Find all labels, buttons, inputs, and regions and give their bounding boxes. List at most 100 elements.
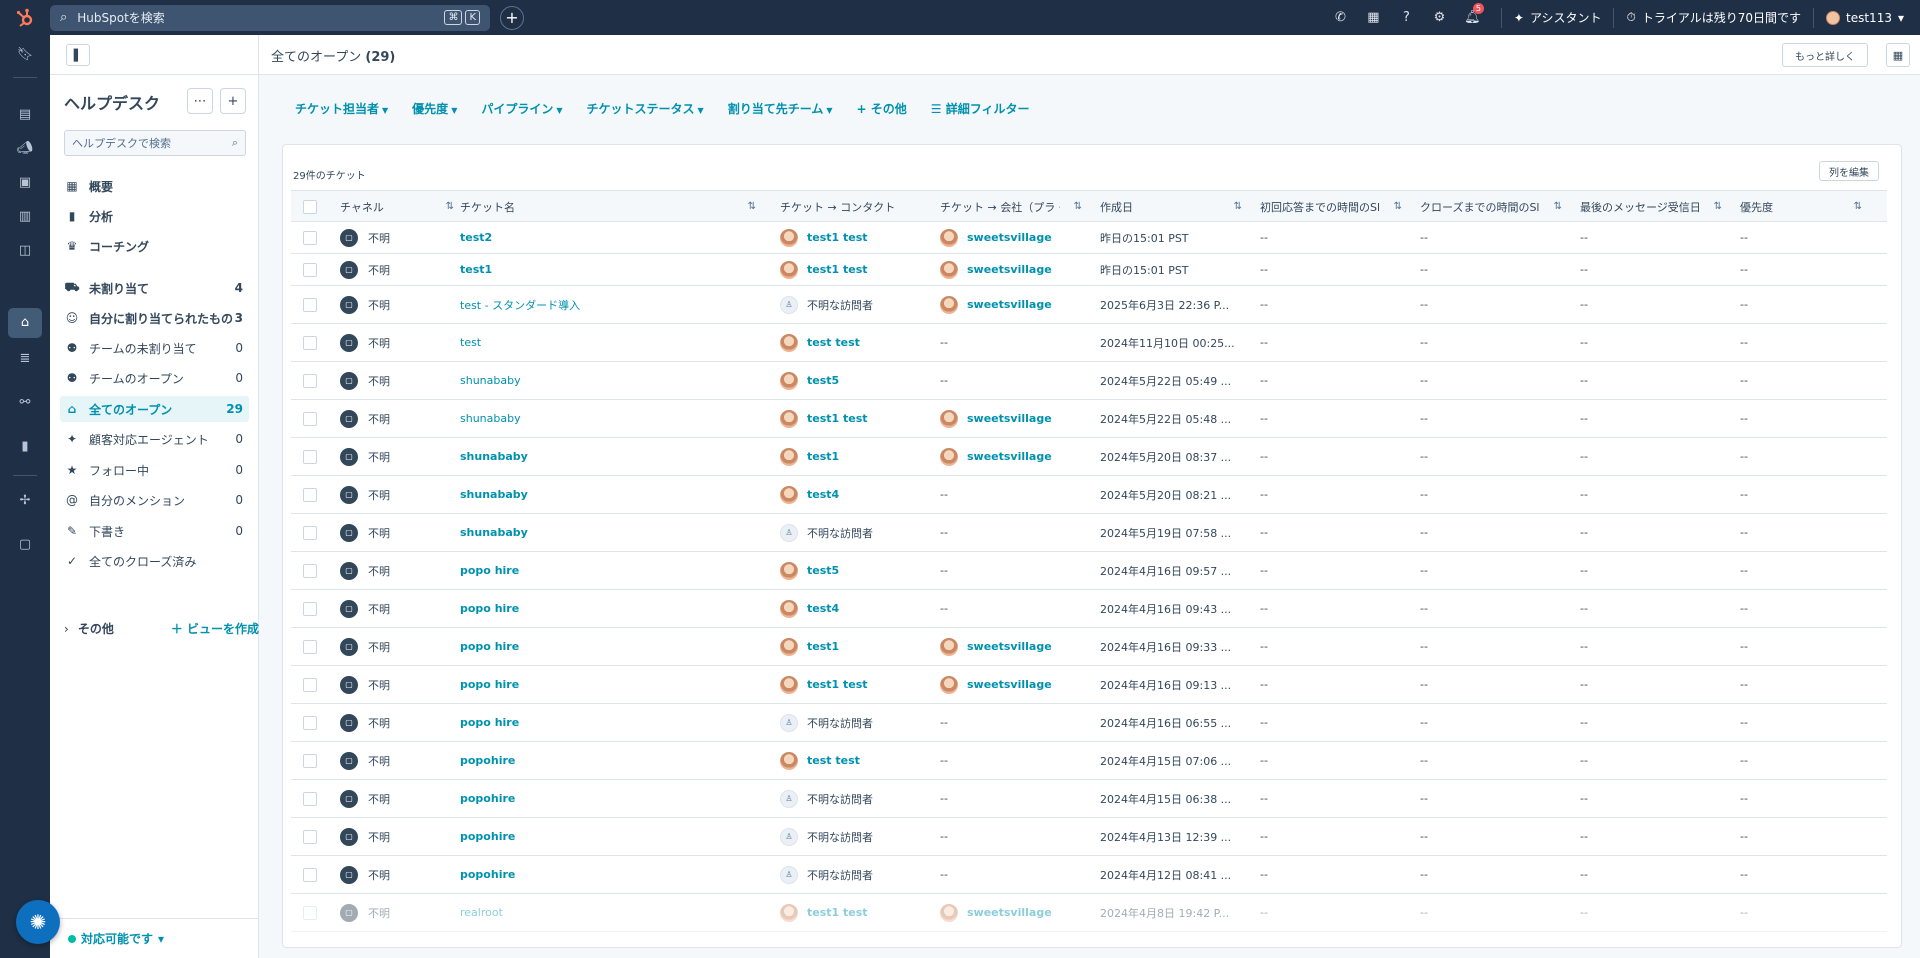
contact-link[interactable]: test1 test xyxy=(807,231,868,244)
row-checkbox[interactable] xyxy=(303,525,317,540)
ticket-name-link[interactable]: realroot xyxy=(460,906,503,919)
contact-link[interactable]: test5 xyxy=(807,374,839,387)
sort-icon[interactable]: ⇅ xyxy=(1074,201,1082,212)
company-link[interactable]: sweetsvillage xyxy=(967,231,1052,244)
database-icon[interactable]: ≣ xyxy=(0,351,50,366)
company-link[interactable]: sweetsvillage xyxy=(967,263,1052,276)
sidebar-item-following[interactable]: ★ フォロー中 0 xyxy=(60,457,249,483)
developer-icon[interactable]: ▢ xyxy=(0,537,50,552)
contacts-book-icon[interactable]: ▤ xyxy=(0,107,50,122)
row-checkbox[interactable] xyxy=(303,829,317,844)
settings-gear-icon[interactable]: ⚙ xyxy=(1423,10,1456,25)
row-checkbox[interactable] xyxy=(303,449,317,464)
contact-link[interactable]: test1 test xyxy=(807,906,868,919)
row-checkbox[interactable] xyxy=(303,677,317,692)
ticket-name-link[interactable]: shunababy xyxy=(460,374,521,387)
filter-other[interactable]: + その他 xyxy=(857,100,907,117)
apps-grid-icon[interactable]: ▦ xyxy=(1886,43,1910,67)
company-link[interactable]: sweetsvillage xyxy=(967,450,1052,463)
table-row[interactable]: ▢ 不明 test1 test1 test sweetsvillage 昨日の15:01 … xyxy=(291,254,1887,286)
ticket-name-link[interactable]: popohire xyxy=(460,830,515,843)
ticket-name-link[interactable]: popo hire xyxy=(460,716,519,729)
contact-link[interactable]: test5 xyxy=(807,564,839,577)
table-row[interactable]: ▢ 不明 popohire ♙ 不明な訪問者 -- 2024年4月12日 08:41 ...… xyxy=(291,856,1887,894)
more-views-toggle[interactable]: その他 xyxy=(78,620,114,637)
chevron-right-icon[interactable]: › xyxy=(64,622,69,636)
account-menu[interactable]: test113 ▾ xyxy=(1826,10,1904,25)
automation-icon[interactable]: ⚯ xyxy=(0,395,50,410)
table-row[interactable]: ▢ 不明 shunababy test4 -- 2024年5月20日 08:21 ... -… xyxy=(291,476,1887,514)
table-row[interactable]: ▢ 不明 shunababy test5 -- 2024年5月22日 05:49 ... -… xyxy=(291,362,1887,400)
marketplace-icon[interactable]: ▦ xyxy=(1357,10,1390,25)
megaphone-icon[interactable]: 📣︎ xyxy=(0,141,50,156)
contact-link[interactable]: test4 xyxy=(807,488,839,501)
table-row[interactable]: ▢ 不明 popo hire test4 -- 2024年4月16日 09:43 ... -… xyxy=(291,590,1887,628)
ticket-name-link[interactable]: shunababy xyxy=(460,450,528,463)
availability-status-toggle[interactable]: 対応可能です ▾ xyxy=(68,930,164,947)
sort-icon[interactable]: ⇅ xyxy=(1394,201,1402,212)
ticket-name-link[interactable]: popohire xyxy=(460,754,515,767)
sidebar-item-customer-agent[interactable]: ✦ 顧客対応エージェント 0 xyxy=(60,426,249,452)
add-view-button[interactable]: + xyxy=(220,88,246,114)
contact-link[interactable]: test1 test xyxy=(807,678,868,691)
select-all-checkbox[interactable] xyxy=(303,199,317,214)
row-checkbox[interactable] xyxy=(303,563,317,578)
table-row[interactable]: ▢ 不明 popo hire test1 sweetsvillage 2024年4月16日… xyxy=(291,628,1887,666)
ticket-name-link[interactable]: shunababy xyxy=(460,526,528,539)
column-header-contact[interactable]: チケット → コンタクト xyxy=(780,191,930,222)
sidebar-item-coaching[interactable]: ♛ コーチング xyxy=(60,233,249,259)
sidebar-item-my-mentions[interactable]: @ 自分のメンション 0 xyxy=(60,487,249,513)
contact-link[interactable]: test1 test xyxy=(807,412,868,425)
company-link[interactable]: sweetsvillage xyxy=(967,640,1052,653)
sidebar-item-assigned-to-me[interactable]: ☺ 自分に割り当てられたもの 3 xyxy=(60,305,249,331)
row-checkbox[interactable] xyxy=(303,262,317,277)
row-checkbox[interactable] xyxy=(303,373,317,388)
table-row[interactable]: ▢ 不明 shunababy test1 sweetsvillage 2024年5月20日… xyxy=(291,438,1887,476)
help-chat-launcher-icon[interactable]: ✺ xyxy=(16,900,60,944)
ticket-name-link[interactable]: popo hire xyxy=(460,678,519,691)
column-header-close-sla[interactable]: クローズまでの時間のSl ⇅ xyxy=(1420,191,1570,222)
reports-icon[interactable]: ▮ xyxy=(0,439,50,454)
filter-ticket-owner[interactable]: チケット担当者 ▼ xyxy=(295,100,388,117)
table-row[interactable]: ▢ 不明 shunababy ♙ 不明な訪問者 -- 2024年5月19日 07:58 ..… xyxy=(291,514,1887,552)
breeze-ai-icon[interactable]: ✢ xyxy=(0,493,50,508)
help-icon[interactable]: ? xyxy=(1390,10,1423,25)
table-row[interactable]: ▢ 不明 popo hire test1 test sweetsvillage 2024年… xyxy=(291,666,1887,704)
contact-link[interactable]: test test xyxy=(807,754,860,767)
service-helpdesk-icon[interactable]: ⌂ xyxy=(8,308,42,338)
contact-link[interactable]: test1 test xyxy=(807,263,868,276)
filter-priority[interactable]: 優先度 ▼ xyxy=(412,100,457,117)
column-header-company[interactable]: チケット → 会社（プラ・ ⇅ xyxy=(940,191,1090,222)
contact-link[interactable]: test1 xyxy=(807,450,839,463)
column-header-last-message[interactable]: 最後のメッセージ受信日 ⇅ xyxy=(1580,191,1730,222)
sales-icon[interactable]: ◫ xyxy=(0,243,50,258)
sort-icon[interactable]: ⇅ xyxy=(1234,201,1242,212)
sidebar-item-team-open[interactable]: ⚉ チームのオープン 0 xyxy=(60,365,249,391)
column-header-priority[interactable]: 優先度 ⇅ xyxy=(1740,191,1870,222)
commerce-icon[interactable]: ▥ xyxy=(0,209,50,224)
sidebar-item-unassigned[interactable]: ⛟ 未割り当て 4 xyxy=(60,275,249,301)
sidebar-item-overview[interactable]: ▦ 概要 xyxy=(60,173,249,199)
row-checkbox[interactable] xyxy=(303,867,317,882)
trial-status-button[interactable]: ⏱ トライアルは残り70日間です xyxy=(1626,9,1801,26)
table-row[interactable]: ▢ 不明 test2 test1 test sweetsvillage 昨日の15:01 … xyxy=(291,222,1887,254)
sidebar-item-team-unassigned[interactable]: ⚉ チームの未割り当て 0 xyxy=(60,335,249,361)
filter-ticket-status[interactable]: チケットステータス ▼ xyxy=(587,100,704,117)
company-link[interactable]: sweetsvillage xyxy=(967,678,1052,691)
create-new-button[interactable]: + xyxy=(500,5,524,30)
table-row[interactable]: ▢ 不明 popohire test test -- 2024年4月15日 07:06 .… xyxy=(291,742,1887,780)
ticket-name-link[interactable]: popo hire xyxy=(460,640,519,653)
row-checkbox[interactable] xyxy=(303,753,317,768)
contact-link[interactable]: test4 xyxy=(807,602,839,615)
contact-link[interactable]: test test xyxy=(807,336,860,349)
hubspot-logo[interactable] xyxy=(0,0,50,35)
company-link[interactable]: sweetsvillage xyxy=(967,298,1052,311)
table-row[interactable]: ▢ 不明 popo hire test5 -- 2024年4月16日 09:57 ... -… xyxy=(291,552,1887,590)
ticket-name-link[interactable]: popo hire xyxy=(460,602,519,615)
row-checkbox[interactable] xyxy=(303,411,317,426)
bookmark-icon[interactable]: 🔖︎ xyxy=(0,47,50,62)
edit-columns-button[interactable]: 列を編集 xyxy=(1819,161,1879,181)
row-checkbox[interactable] xyxy=(303,905,317,920)
sidebar-toggle-button[interactable]: ▌ xyxy=(66,44,90,66)
ticket-name-link[interactable]: popohire xyxy=(460,792,515,805)
